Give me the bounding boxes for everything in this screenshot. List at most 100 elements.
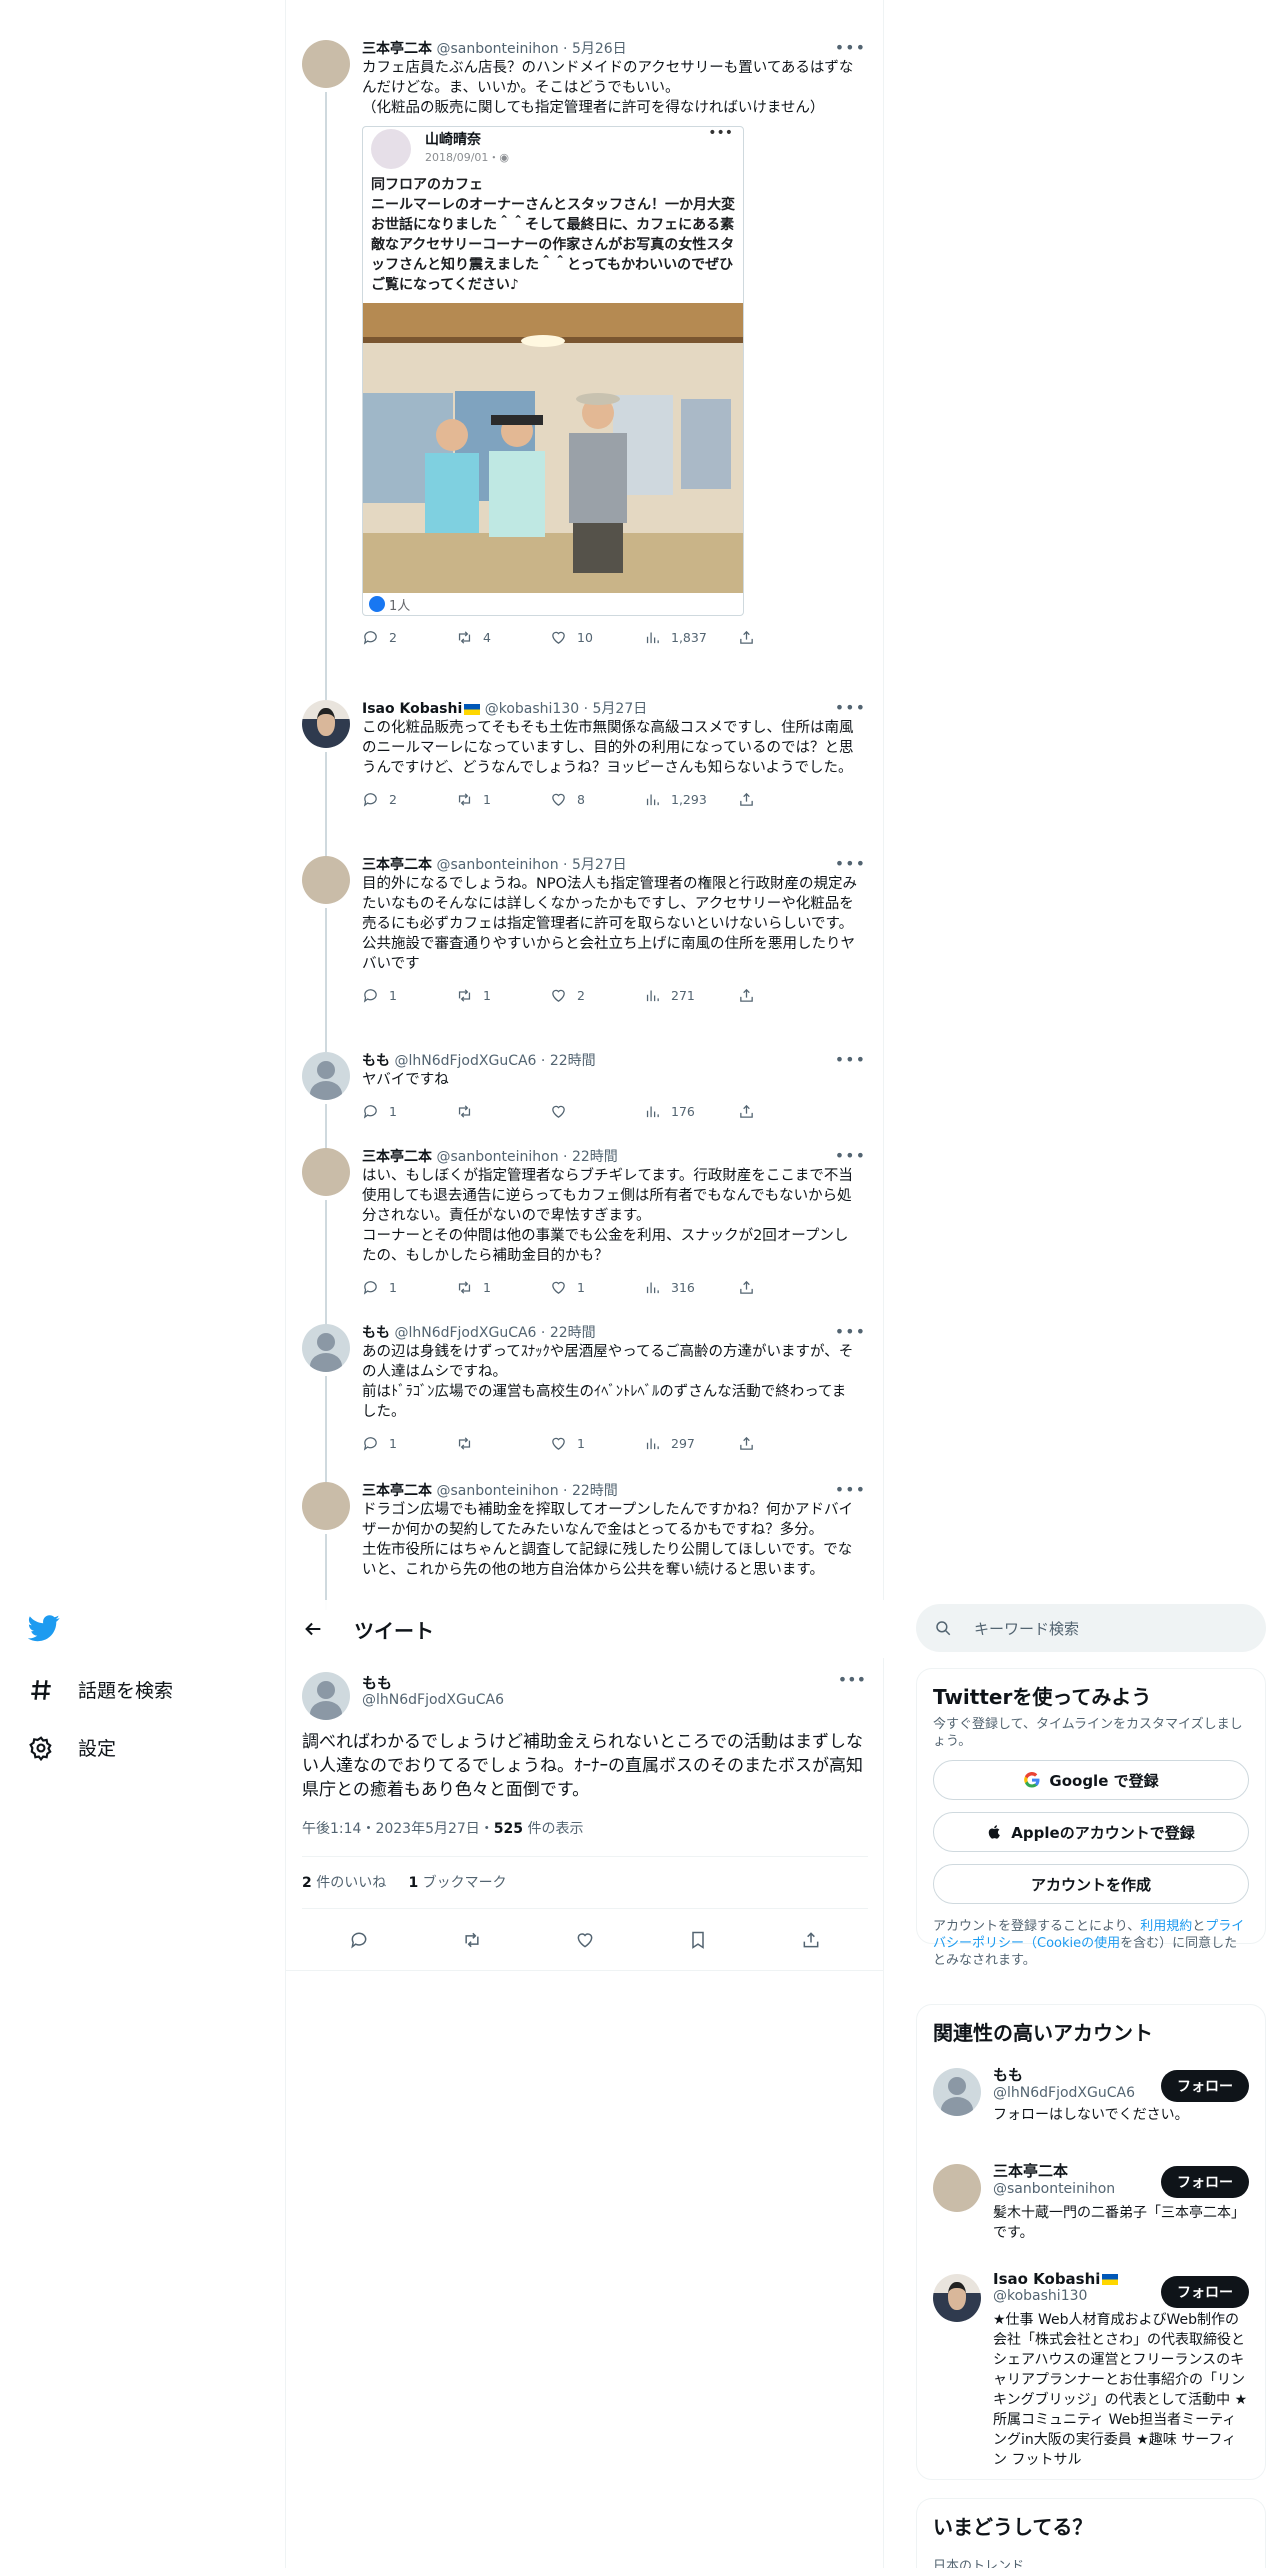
avatar[interactable] [933, 2068, 981, 2116]
share-button[interactable] [738, 629, 832, 646]
thread-tweet[interactable]: 三本亭二本 @sanbonteinihon · 22時間 ••• はい、もしぼく… [286, 1146, 884, 1332]
back-arrow-icon[interactable] [302, 1618, 324, 1640]
more-icon[interactable]: ••• [835, 40, 866, 57]
avatar[interactable] [302, 1052, 350, 1100]
author-name[interactable]: もも [362, 1325, 390, 1341]
avatar[interactable] [933, 2274, 981, 2322]
author-name[interactable]: Isao Kobashi [362, 701, 462, 717]
reply-icon[interactable] [349, 1930, 369, 1950]
thread-tweet[interactable]: Isao Kobashi @kobashi130 · 5月27日 ••• この化… [286, 698, 884, 864]
nav-explore[interactable]: 話題を検索 [28, 1676, 173, 1703]
related-account[interactable]: もも @lhN6dFjodXGuCA6 フォローはしないでください。 フォロー [917, 2064, 1265, 2160]
share-button[interactable] [738, 1103, 832, 1120]
related-account[interactable]: Isao Kobashi @kobashi130 ★仕事 Web人材育成およびW… [917, 2270, 1265, 2500]
share-button[interactable] [738, 1279, 832, 1296]
reply-button[interactable]: 1 [362, 1279, 456, 1296]
reply-button[interactable]: 1 [362, 987, 456, 1004]
tweet-timestamp[interactable]: 午後1:14・2023年5月27日・ [302, 1821, 494, 1837]
tweet-time[interactable]: 22時間 [572, 1483, 618, 1499]
embed-author[interactable]: 山崎晴奈 [425, 127, 743, 149]
likes-stat[interactable]: 2 件のいいね [302, 1875, 386, 1891]
embed-more-icon[interactable]: ••• [708, 127, 733, 141]
twitter-logo-icon[interactable] [28, 1612, 60, 1644]
author-name[interactable]: 三本亭二本 [362, 1149, 432, 1165]
views-button[interactable]: 1,837 [644, 629, 738, 646]
like-button[interactable]: 1 [550, 1435, 644, 1452]
tweet-time[interactable]: 22時間 [550, 1053, 596, 1069]
like-button[interactable]: 8 [550, 791, 644, 808]
author-handle[interactable]: @sanbonteinihon [436, 1483, 558, 1499]
views-button[interactable]: 316 [644, 1279, 738, 1296]
heart-icon[interactable] [575, 1930, 595, 1950]
author-handle[interactable]: @sanbonteinihon [436, 1149, 558, 1165]
reply-button[interactable]: 2 [362, 629, 456, 646]
author-name[interactable]: もも [362, 1053, 390, 1069]
thread-tweet[interactable]: 三本亭二本 @sanbonteinihon · 5月26日 ••• カフェ店員た… [286, 40, 884, 708]
retweet-button[interactable]: 1 [456, 791, 550, 808]
views-button[interactable]: 297 [644, 1435, 738, 1452]
reply-button[interactable]: 1 [362, 1103, 456, 1120]
views-button[interactable]: 1,293 [644, 791, 738, 808]
cookie-link[interactable]: （Cookieの使用 [1024, 1936, 1120, 1951]
like-button[interactable]: 10 [550, 629, 644, 646]
more-icon[interactable]: ••• [835, 1322, 866, 1341]
retweet-button[interactable]: 4 [456, 629, 550, 646]
like-button[interactable] [550, 1103, 644, 1120]
views-button[interactable]: 176 [644, 1103, 738, 1120]
retweet-icon[interactable] [462, 1930, 482, 1950]
author-name[interactable]: もも [362, 1672, 392, 1693]
share-button[interactable] [738, 1435, 832, 1452]
bookmarks-stat[interactable]: 1 ブックマーク [408, 1875, 506, 1891]
follow-button[interactable]: フォロー [1161, 2276, 1249, 2308]
author-handle[interactable]: @lhN6dFjodXGuCA6 [394, 1053, 536, 1069]
google-signup-button[interactable]: Google で登録 [933, 1760, 1249, 1800]
avatar[interactable] [302, 1324, 350, 1372]
avatar[interactable] [302, 1672, 350, 1720]
embed-reactions[interactable]: 1人 [363, 593, 743, 615]
avatar[interactable] [933, 2164, 981, 2212]
more-icon[interactable]: ••• [838, 1670, 866, 1689]
share-icon[interactable] [801, 1930, 821, 1950]
embed-photo[interactable] [363, 303, 743, 593]
share-button[interactable] [738, 987, 832, 1004]
like-button[interactable]: 2 [550, 987, 644, 1004]
reply-button[interactable]: 2 [362, 791, 456, 808]
account-name[interactable]: Isao Kobashi [993, 2270, 1100, 2288]
more-icon[interactable]: ••• [835, 1146, 866, 1165]
avatar[interactable] [302, 700, 350, 748]
terms-link[interactable]: 利用規約 [1140, 1919, 1192, 1934]
author-name[interactable]: 三本亭二本 [362, 1483, 432, 1499]
more-icon[interactable]: ••• [835, 1480, 866, 1499]
search-box[interactable]: キーワード検索 [916, 1604, 1266, 1652]
thread-tweet[interactable]: もも @lhN6dFjodXGuCA6 · 22時間 ••• あの辺は身銭をけず… [286, 1322, 884, 1490]
thread-tweet[interactable]: もも @lhN6dFjodXGuCA6 · 22時間 ••• ヤバイですね 1 … [286, 1050, 884, 1156]
retweet-button[interactable]: 1 [456, 1279, 550, 1296]
apple-signup-button[interactable]: Appleのアカウントで登録 [933, 1812, 1249, 1852]
author-handle[interactable]: @lhN6dFjodXGuCA6 [394, 1325, 536, 1341]
tweet-time[interactable]: 5月26日 [572, 41, 627, 57]
thread-tweet[interactable]: 三本亭二本 @sanbonteinihon · 22時間 ••• ドラゴン広場で… [286, 1480, 884, 1610]
avatar[interactable] [302, 1482, 350, 1530]
avatar[interactable] [302, 40, 350, 88]
retweet-button[interactable]: 1 [456, 987, 550, 1004]
author-name[interactable]: 三本亭二本 [362, 857, 432, 873]
tweet-time[interactable]: 22時間 [572, 1149, 618, 1165]
reply-button[interactable]: 1 [362, 1435, 456, 1452]
follow-button[interactable]: フォロー [1161, 2166, 1249, 2198]
more-icon[interactable]: ••• [835, 854, 866, 873]
related-account[interactable]: 三本亭二本 @sanbonteinihon 髪木十蔵一門の二番弟子「三本亭二本」… [917, 2160, 1265, 2270]
facebook-embed[interactable]: 山崎晴奈 2018/09/01・◉ ••• 同フロアのカフェ ニールマーレのオー… [362, 126, 744, 616]
thread-tweet[interactable]: 三本亭二本 @sanbonteinihon · 5月27日 ••• 目的外になる… [286, 854, 884, 1060]
tweet-time[interactable]: 5月27日 [572, 857, 627, 873]
author-name[interactable]: 三本亭二本 [362, 41, 432, 57]
views-button[interactable]: 271 [644, 987, 738, 1004]
create-account-button[interactable]: アカウントを作成 [933, 1864, 1249, 1904]
retweet-button[interactable] [456, 1435, 550, 1452]
nav-settings[interactable]: 設定 [28, 1734, 116, 1761]
tweet-time[interactable]: 5月27日 [593, 701, 648, 717]
author-handle[interactable]: @kobashi130 [485, 701, 579, 717]
like-button[interactable]: 1 [550, 1279, 644, 1296]
retweet-button[interactable] [456, 1103, 550, 1120]
more-icon[interactable]: ••• [835, 1050, 866, 1069]
avatar[interactable] [302, 856, 350, 904]
